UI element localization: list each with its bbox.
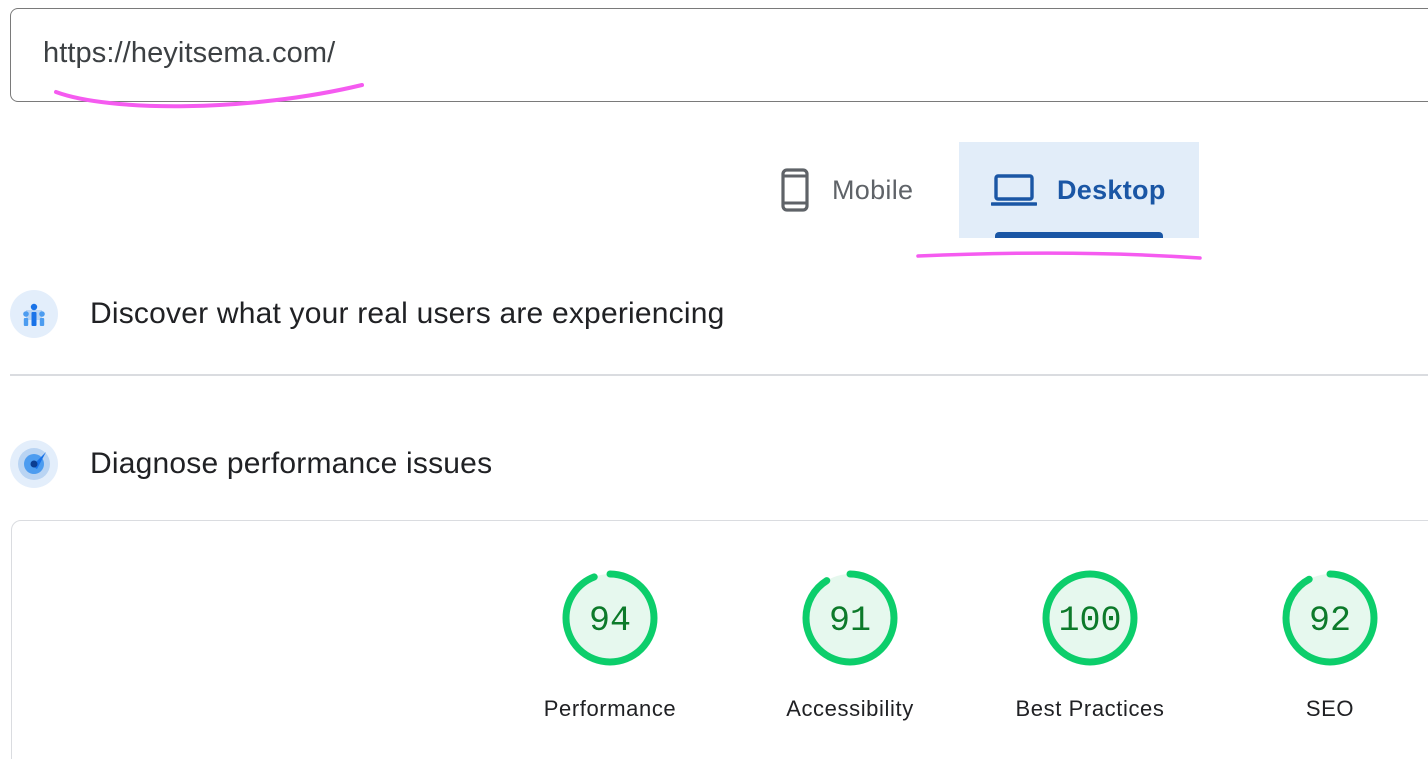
score-gauge-best-practices[interactable]: 100 Best Practices: [990, 568, 1190, 722]
tab-mobile[interactable]: Mobile: [760, 142, 956, 238]
score-gauge-performance[interactable]: 94 Performance: [510, 568, 710, 722]
phone-icon: [781, 168, 809, 212]
score-label: Performance: [543, 696, 677, 721]
section-real-users[interactable]: Discover what your real users are experi…: [10, 290, 724, 338]
section-diagnose[interactable]: Diagnose performance issues: [10, 440, 492, 488]
url-input-value[interactable]: https://heyitsema.com/: [43, 37, 335, 70]
users-chart-icon: [10, 290, 58, 338]
score-value: 92: [1309, 601, 1351, 641]
score-value: 94: [589, 601, 631, 641]
scores-card: [11, 520, 1428, 759]
score-value: 100: [1058, 601, 1121, 641]
tab-mobile-label: Mobile: [832, 174, 914, 205]
section-real-users-title: Discover what your real users are experi…: [90, 297, 725, 330]
score-label: Best Practices: [1015, 696, 1165, 721]
score-value: 91: [829, 601, 871, 641]
tab-desktop[interactable]: Desktop: [959, 142, 1199, 238]
score-gauge-accessibility[interactable]: 91 Accessibility: [750, 568, 950, 722]
score-ring: 94: [562, 570, 658, 666]
tab-desktop-label: Desktop: [1057, 174, 1166, 205]
pagespeed-page: https://heyitsema.com/ Mobile Desktop Di…: [0, 0, 1428, 759]
score-label: Accessibility: [786, 696, 914, 721]
section-diagnose-title: Diagnose performance issues: [90, 447, 493, 480]
section-divider: [10, 374, 1428, 376]
url-input[interactable]: https://heyitsema.com/: [10, 8, 1428, 102]
tab-selected-indicator: [995, 232, 1163, 238]
compass-icon: [10, 440, 58, 488]
score-label: SEO: [1305, 696, 1355, 721]
score-ring: 91: [802, 570, 898, 666]
score-gauge-seo[interactable]: 92 SEO: [1230, 568, 1428, 722]
desktop-highlight-underline: [916, 251, 1202, 260]
score-ring: 100: [1042, 570, 1138, 666]
laptop-icon: [991, 174, 1037, 206]
score-ring: 92: [1282, 570, 1378, 666]
